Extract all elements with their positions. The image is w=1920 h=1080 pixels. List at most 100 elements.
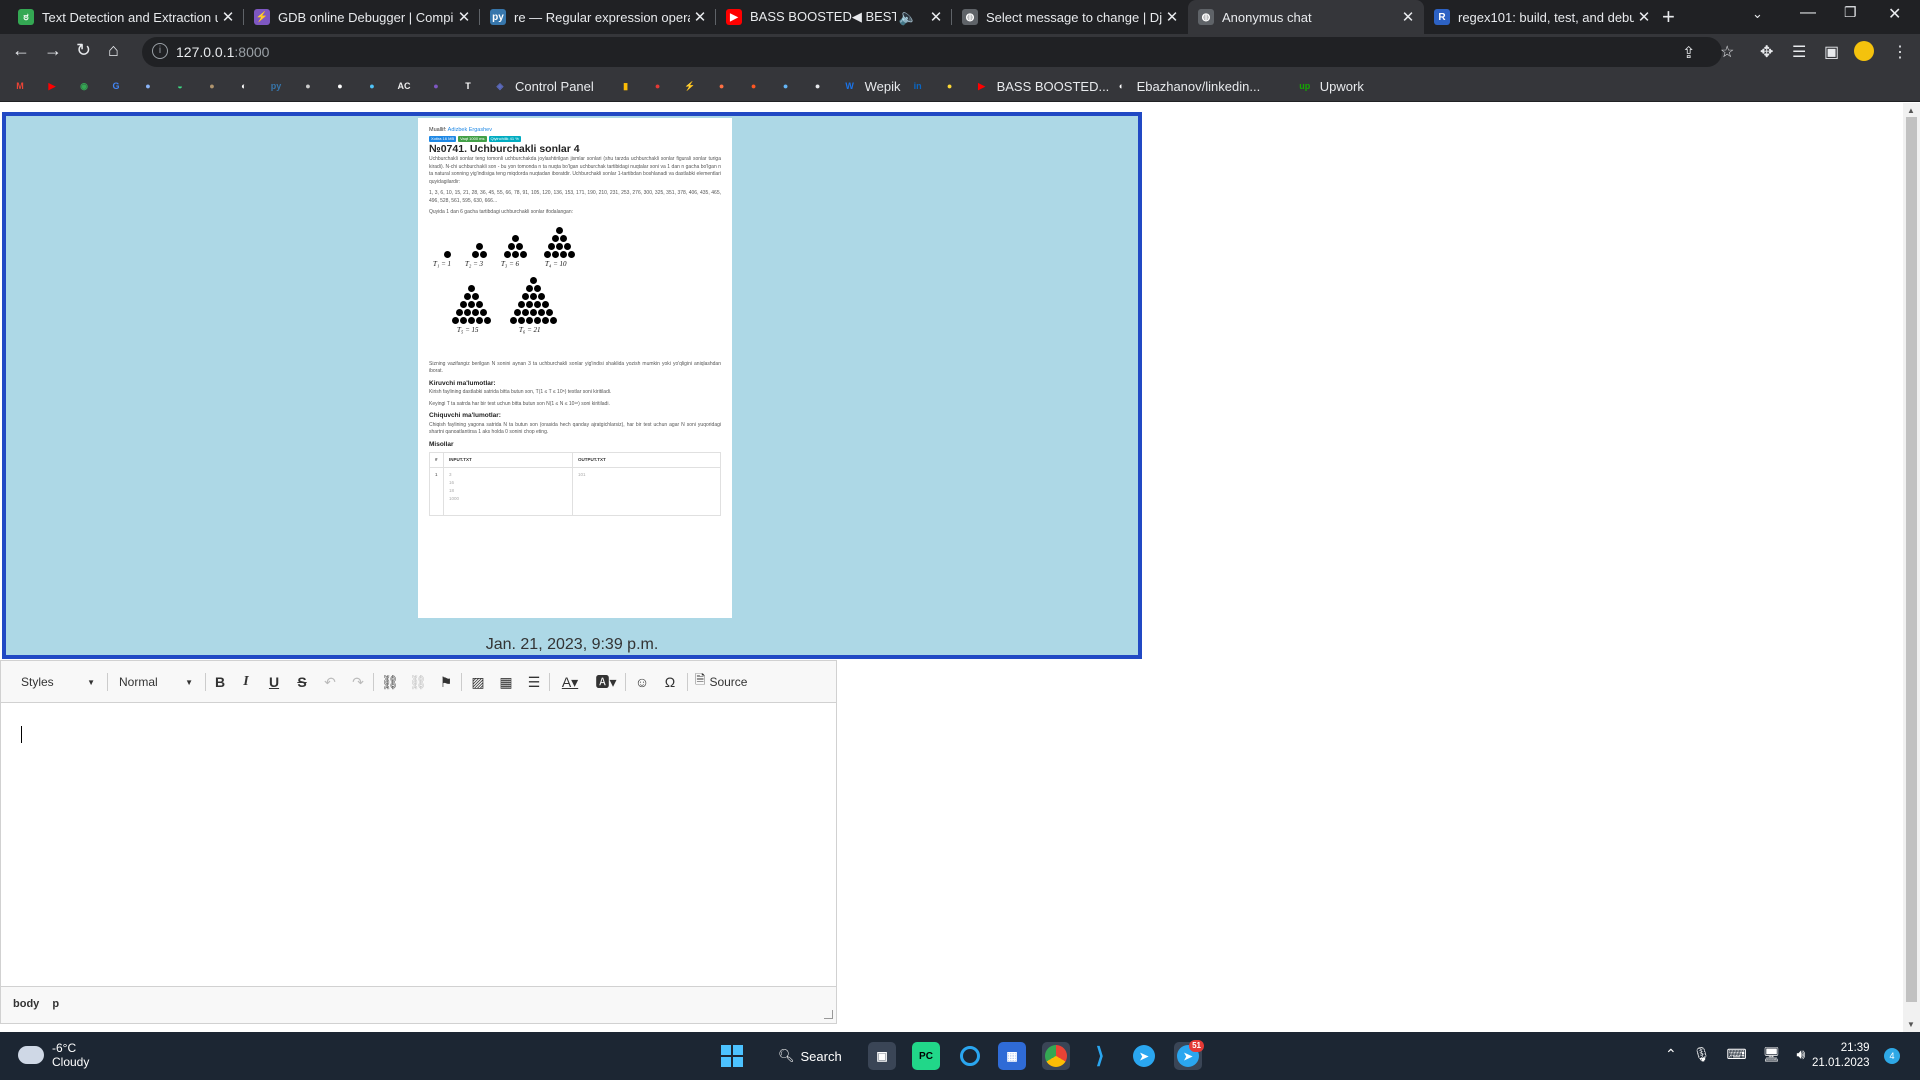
store-icon[interactable]: ▦ [998,1042,1026,1070]
bookmark-6[interactable]: ● [204,77,220,95]
minimize-button[interactable]: — [1800,4,1816,22]
bold-icon[interactable]: B [209,670,231,694]
tab-3[interactable]: ▶ BASS BOOSTED◀ BEST 🔈 ✕ [716,0,952,34]
bookmark-28[interactable]: up Upwork [1297,77,1364,95]
close-icon[interactable]: ✕ [218,8,238,26]
source-button[interactable]: 🗎 Source [695,670,747,694]
resize-handle[interactable] [824,1010,833,1019]
network-icon[interactable]: 🖥︎ [1763,1046,1781,1063]
bookmark-13[interactable]: ● [428,77,444,95]
telegram-icon[interactable]: ➤ [1130,1042,1158,1070]
bookmark-23[interactable]: W Wepik [842,77,900,95]
bookmark-0[interactable]: M [12,77,28,95]
microphone-icon[interactable]: 🎙︎ [1693,1046,1711,1063]
author-link[interactable]: Adizbek Ergashev [448,127,492,133]
unlink-icon[interactable]: ⛓ [407,670,429,694]
forward-icon[interactable]: → [44,40,62,61]
tab-0[interactable]: ಠ Text Detection and Extraction us ✕ [8,0,244,34]
bookmark-7[interactable]: ◐ [236,77,252,95]
menu-icon[interactable]: ⋮ [1892,42,1908,62]
chevron-up-icon[interactable]: ⌃ [1665,1046,1677,1063]
horizontal-line-icon[interactable]: ☰ [523,670,545,694]
bookmark-27[interactable]: ◐ Ebazhanov/linkedin... [1114,77,1260,95]
close-icon[interactable]: ✕ [1634,8,1654,26]
star-icon[interactable]: ☆ [1720,42,1734,62]
bookmark-4[interactable]: ● [140,77,156,95]
system-clock[interactable]: 21:39 21.01.2023 [1812,1041,1870,1071]
table-icon[interactable]: ▦ [495,670,517,694]
share-icon[interactable]: ⇪ [1682,43,1695,63]
home-icon[interactable]: ⌂ [108,40,119,61]
bookmark-21[interactable]: ● [778,77,794,95]
chrome-icon[interactable] [1042,1042,1070,1070]
bookmark-8[interactable]: py [268,77,284,95]
close-icon[interactable]: ✕ [690,8,710,26]
bookmark-24[interactable]: in [910,77,926,95]
site-info-icon[interactable]: i [152,43,168,59]
scroll-down-icon[interactable]: ▼ [1907,1020,1915,1029]
anchor-flag-icon[interactable]: ⚑ [435,670,457,694]
profile-avatar[interactable] [1854,41,1874,61]
bookmark-18[interactable]: ⚡ [682,77,698,95]
tab-2[interactable]: py re — Regular expression operati ✕ [480,0,716,34]
bookmark-17[interactable]: ● [650,77,666,95]
task-view-icon[interactable]: ▣ [868,1042,896,1070]
address-bar[interactable]: i 127.0.0.1:8000 ⇪ [142,37,1722,67]
smiley-icon[interactable]: ☺ [631,670,653,694]
bookmark-5[interactable]: ◒ [172,77,188,95]
volume-icon[interactable]: 🔊︎ [1797,1046,1806,1063]
tab-4[interactable]: ◍ Select message to change | Djan ✕ [952,0,1188,34]
cortana-icon[interactable] [956,1042,984,1070]
weather-widget[interactable]: -6°C Cloudy [18,1041,89,1069]
path-body[interactable]: body [13,998,39,1010]
close-icon[interactable]: ✕ [926,8,946,26]
scroll-thumb[interactable] [1906,117,1917,1002]
link-icon[interactable]: ⛓ [379,670,401,694]
undo-icon[interactable]: ↶ [319,670,341,694]
bookmark-12[interactable]: AC [396,77,412,95]
close-icon[interactable]: ✕ [1398,8,1418,26]
new-tab-button[interactable]: + [1662,4,1675,30]
back-icon[interactable]: ← [12,40,30,61]
bookmark-15[interactable]: ◈ Control Panel [492,77,594,95]
tab-6[interactable]: R regex101: build, test, and debug ✕ [1424,0,1660,34]
restore-button[interactable]: ❐ [1844,4,1857,21]
taskbar-search[interactable]: 🔍︎ Search [770,1042,870,1070]
speaker-icon[interactable]: 🔈 [896,8,920,26]
reload-icon[interactable]: ↻ [76,40,91,61]
start-icon[interactable] [718,1042,746,1070]
bookmark-3[interactable]: G [108,77,124,95]
bookmark-20[interactable]: ● [746,77,762,95]
close-icon[interactable]: ✕ [454,8,474,26]
vscode-icon[interactable]: ⟩ [1086,1042,1114,1070]
tab-search-icon[interactable]: ⌄ [1752,6,1763,22]
bookmark-11[interactable]: ● [364,77,380,95]
text-color-icon[interactable]: A▾ [555,670,585,694]
keyboard-icon[interactable]: ⌨ [1727,1046,1747,1063]
close-icon[interactable]: ✕ [1162,8,1182,26]
bookmark-16[interactable]: ▮ [618,77,634,95]
format-dropdown[interactable]: Normal ▼ [111,670,197,694]
path-p[interactable]: p [52,998,59,1010]
pycharm-icon[interactable]: PC [912,1042,940,1070]
tab-1[interactable]: ⚡ GDB online Debugger | Compile ✕ [244,0,480,34]
telegram-running-icon[interactable]: ➤ 51 [1174,1040,1204,1070]
bookmark-2[interactable]: ◉ [76,77,92,95]
extensions-icon[interactable]: ✥ [1760,42,1773,62]
bookmark-1[interactable]: ▶ [44,77,60,95]
styles-dropdown[interactable]: Styles ▼ [13,670,99,694]
notification-badge[interactable]: 4 [1884,1048,1900,1064]
redo-icon[interactable]: ↷ [347,670,369,694]
editor-content-area[interactable] [1,704,836,986]
bookmark-10[interactable]: ● [332,77,348,95]
close-window-button[interactable]: ✕ [1888,4,1901,24]
side-panel-icon[interactable]: ▣ [1824,42,1839,62]
strikethrough-icon[interactable]: S [291,670,313,694]
reading-list-icon[interactable]: ☰ [1792,42,1806,62]
bookmark-14[interactable]: T [460,77,476,95]
tab-5-active[interactable]: ◍ Anonymus chat ✕ [1188,0,1424,34]
special-char-icon[interactable]: Ω [659,670,681,694]
image-icon[interactable]: ▨ [467,670,489,694]
scroll-up-icon[interactable]: ▲ [1907,106,1915,115]
bookmark-22[interactable]: ● [810,77,826,95]
